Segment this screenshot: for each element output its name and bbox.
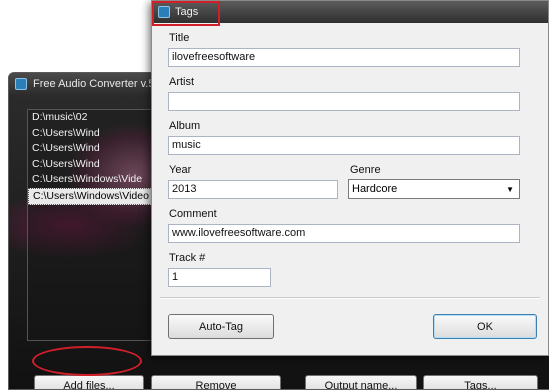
- genre-select[interactable]: Hardcore ▼: [348, 179, 520, 199]
- tags-dialog: Tags Title ilovefreesoftware Artist Albu…: [151, 0, 549, 356]
- year-field[interactable]: 2013: [168, 180, 338, 199]
- file-list[interactable]: D:\music\02 C:\Users\Wind C:\Users\Wind …: [27, 109, 169, 341]
- auto-tag-button[interactable]: Auto-Tag: [168, 314, 274, 339]
- list-item[interactable]: C:\Users\Windows\Vide: [28, 172, 168, 188]
- tags-dialog-title: Tags: [175, 6, 199, 18]
- list-item-selected[interactable]: C:\Users\Windows\Video: [28, 187, 168, 205]
- converter-title: Free Audio Converter v.5: [33, 78, 155, 90]
- ok-button[interactable]: OK: [433, 314, 537, 339]
- audio-converter-icon: [15, 78, 27, 90]
- comment-field[interactable]: www.ilovefreesoftware.com: [168, 224, 520, 243]
- title-label: Title: [169, 32, 190, 44]
- title-field[interactable]: ilovefreesoftware: [168, 48, 520, 67]
- list-item[interactable]: C:\Users\Wind: [28, 141, 168, 157]
- artist-label: Artist: [169, 76, 195, 88]
- album-field[interactable]: music: [168, 136, 520, 155]
- year-label: Year: [169, 164, 192, 176]
- tags-titlebar[interactable]: Tags: [152, 1, 548, 23]
- track-label: Track #: [169, 252, 206, 264]
- audio-converter-icon: [158, 6, 170, 18]
- album-label: Album: [169, 120, 201, 132]
- track-field[interactable]: 1: [168, 268, 271, 287]
- list-item[interactable]: D:\music\02: [28, 110, 168, 126]
- list-item[interactable]: C:\Users\Wind: [28, 157, 168, 173]
- comment-label: Comment: [169, 208, 217, 220]
- list-item[interactable]: C:\Users\Wind: [28, 126, 168, 142]
- genre-value: Hardcore: [352, 183, 398, 195]
- artist-field[interactable]: [168, 92, 520, 111]
- chevron-down-icon[interactable]: ▼: [506, 185, 514, 194]
- divider: [160, 297, 540, 299]
- genre-label: Genre: [350, 164, 381, 176]
